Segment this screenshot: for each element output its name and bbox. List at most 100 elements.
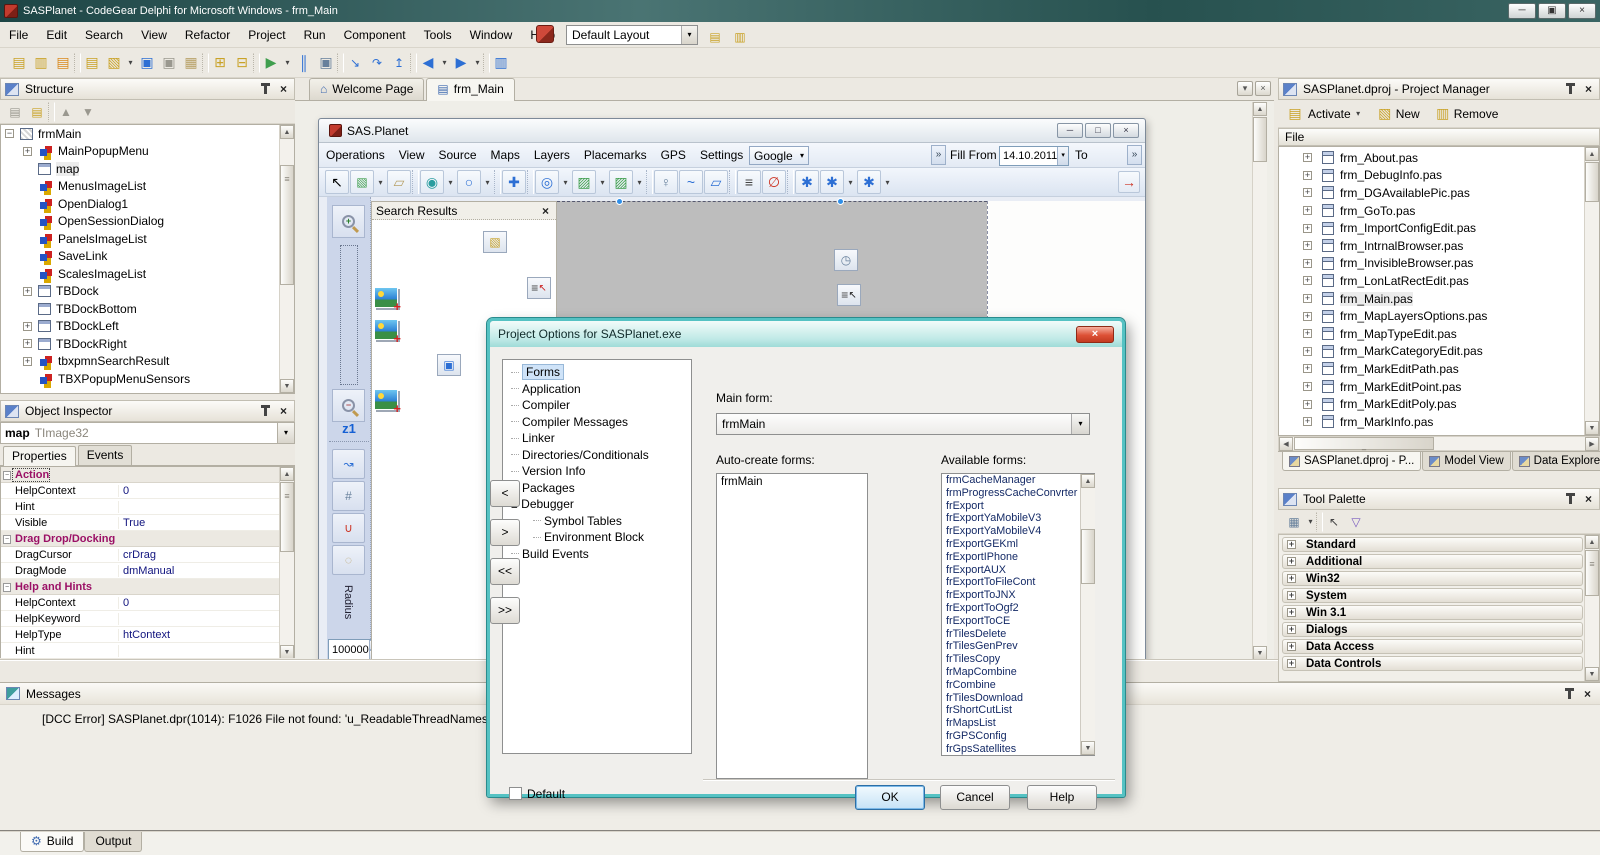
designer-menu-item[interactable]: Settings	[693, 144, 750, 166]
save-layout-button[interactable]: ▤	[704, 26, 726, 48]
structure-tree-item[interactable]: MainPopupMenu	[1, 143, 294, 161]
close-icon[interactable]: ×	[277, 404, 290, 418]
tab-welcome-page[interactable]: ⌂ Welcome Page	[309, 78, 424, 100]
expander-icon[interactable]	[23, 234, 32, 243]
zoom-tool-button[interactable]: ○	[457, 170, 481, 194]
magnet-button[interactable]: ∪	[332, 513, 365, 543]
property-row[interactable]: Hint	[1, 643, 294, 659]
project-file-item[interactable]: frm_MarkEditPoly.pas	[1279, 395, 1599, 413]
expander-icon[interactable]	[23, 374, 32, 383]
expander-icon[interactable]	[1303, 188, 1312, 197]
options-tree-item[interactable]: Linker	[503, 430, 691, 447]
property-row[interactable]: Hint	[1, 499, 294, 515]
menu-item[interactable]: Window	[461, 24, 522, 46]
open-file-dropdown[interactable]: ▾	[125, 52, 136, 74]
zoom-slider[interactable]	[340, 245, 358, 385]
expander-icon[interactable]	[1303, 241, 1312, 250]
expand-icon[interactable]	[1287, 608, 1296, 617]
palette-view-dropdown[interactable]: ▾	[1305, 511, 1316, 533]
fill-from-date-select[interactable]: 14.10.2011 ▾	[999, 146, 1069, 166]
file-column-header[interactable]: File	[1278, 128, 1600, 146]
selection-grip[interactable]	[837, 198, 844, 205]
open-file-button[interactable]: ▧	[103, 52, 125, 74]
available-form-item[interactable]: frShortCutList	[942, 704, 1094, 717]
scroll-thumb[interactable]	[1081, 529, 1095, 584]
expander-icon[interactable]	[23, 322, 32, 331]
new-icon[interactable]: ▧	[1374, 103, 1396, 125]
property-value[interactable]: 0	[119, 597, 294, 609]
available-form-item[interactable]: frMapCombine	[942, 666, 1094, 679]
new-items-button[interactable]: ▤	[8, 52, 30, 74]
project-file-item[interactable]: frm_MarkInfo.pas	[1279, 413, 1599, 431]
radius-value[interactable]: 100000	[329, 644, 369, 656]
project-file-item[interactable]: frm_DGAvailablePic.pas	[1279, 184, 1599, 202]
options-tree-item[interactable]: Debugger	[503, 496, 691, 513]
tab-output[interactable]: Output	[84, 832, 142, 852]
scroll-down-icon[interactable]	[1585, 667, 1599, 681]
designer-title-bar[interactable]: SAS.Planet ─ □ ×	[319, 119, 1145, 143]
options-tree-item[interactable]: Compiler	[503, 397, 691, 414]
close-icon[interactable]: ×	[1582, 492, 1595, 506]
cursor-tool-button[interactable]: ↖	[325, 170, 349, 194]
expander-icon[interactable]	[23, 199, 32, 208]
designer-menu-item[interactable]: Maps	[484, 144, 527, 166]
pointer-button[interactable]: ↖	[1323, 511, 1345, 533]
available-form-item[interactable]: frExportAUX	[942, 564, 1094, 577]
selection-manager-button[interactable]: ≡	[737, 170, 761, 194]
property-row[interactable]: Action	[1, 467, 294, 483]
expand-icon[interactable]	[1287, 540, 1296, 549]
available-form-item[interactable]: frExportToCE	[942, 615, 1094, 628]
program-reset-button[interactable]: ▣	[315, 52, 337, 74]
expander-icon[interactable]	[1303, 171, 1312, 180]
scroll-thumb[interactable]	[1294, 437, 1434, 450]
expander-icon[interactable]	[23, 182, 32, 191]
structure-tree-item[interactable]: OpenSessionDialog	[1, 213, 294, 231]
gps-track-dropdown[interactable]: ▾	[845, 170, 856, 194]
imagelist-component-icon[interactable]	[374, 319, 398, 340]
structure-tree-item[interactable]: frmMain	[1, 125, 294, 143]
expander-icon[interactable]	[23, 147, 32, 156]
menu-item[interactable]: Search	[76, 24, 132, 46]
new-unit-button[interactable]: ▤	[81, 52, 103, 74]
palette-category[interactable]: Dialogs	[1282, 622, 1583, 637]
menu-item[interactable]: Edit	[37, 24, 76, 46]
dock-tab[interactable]: Data Explorer	[1512, 452, 1600, 471]
pin-icon[interactable]	[1569, 494, 1572, 504]
available-form-item[interactable]: frCombine	[942, 679, 1094, 692]
scroll-down-icon[interactable]	[1585, 421, 1599, 435]
dock-tab[interactable]: SASPlanet.dproj - P...	[1282, 452, 1421, 471]
property-row[interactable]: DragMode dmManual	[1, 563, 294, 579]
checkbox-icon[interactable]	[509, 787, 522, 800]
expander-icon[interactable]	[23, 304, 32, 313]
forward-button[interactable]: ▶	[450, 52, 472, 74]
palette-scrollbar[interactable]	[1584, 535, 1599, 681]
scroll-left-icon[interactable]	[1279, 437, 1293, 451]
close-button[interactable]: ×	[1113, 123, 1139, 138]
designer-menu-item[interactable]: Source	[432, 144, 484, 166]
source-globe-button[interactable]: ◎	[535, 170, 559, 194]
property-value[interactable]: htContext	[119, 629, 294, 641]
palette-category[interactable]: Win 3.1	[1282, 605, 1583, 620]
expander-icon[interactable]	[1303, 400, 1312, 409]
property-row[interactable]: DragCursor crDrag	[1, 547, 294, 563]
available-form-item[interactable]: frExportToFileCont	[942, 576, 1094, 589]
structure-tree-item[interactable]: map	[1, 160, 294, 178]
property-value[interactable]: 0	[119, 485, 294, 497]
palette-category[interactable]: Data Access	[1282, 639, 1583, 654]
structure-tree-item[interactable]: TBXPopupMenuSensors	[1, 370, 294, 388]
scroll-down-icon[interactable]	[1253, 646, 1267, 660]
dock-tab[interactable]: Model View	[1422, 452, 1510, 471]
select-dropdown[interactable]: ▾	[375, 170, 386, 194]
available-forms-list[interactable]: frmCacheManagerfrmProgressCacheConvrterf…	[941, 473, 1095, 756]
tab-properties[interactable]: Properties	[3, 446, 76, 466]
project-file-item[interactable]: frm_Main.pas	[1279, 290, 1599, 308]
expander-icon[interactable]	[1303, 153, 1312, 162]
layers-visibility-button[interactable]: ▨	[609, 170, 633, 194]
scroll-thumb[interactable]	[280, 165, 294, 285]
expander-icon[interactable]	[1303, 294, 1312, 303]
options-tree-item[interactable]: Application	[503, 381, 691, 398]
ruler-tool-button[interactable]: ▱	[387, 170, 411, 194]
scroll-thumb[interactable]	[1585, 550, 1599, 596]
scroll-up-icon[interactable]	[280, 125, 294, 139]
category-expander-icon[interactable]	[1, 470, 13, 479]
